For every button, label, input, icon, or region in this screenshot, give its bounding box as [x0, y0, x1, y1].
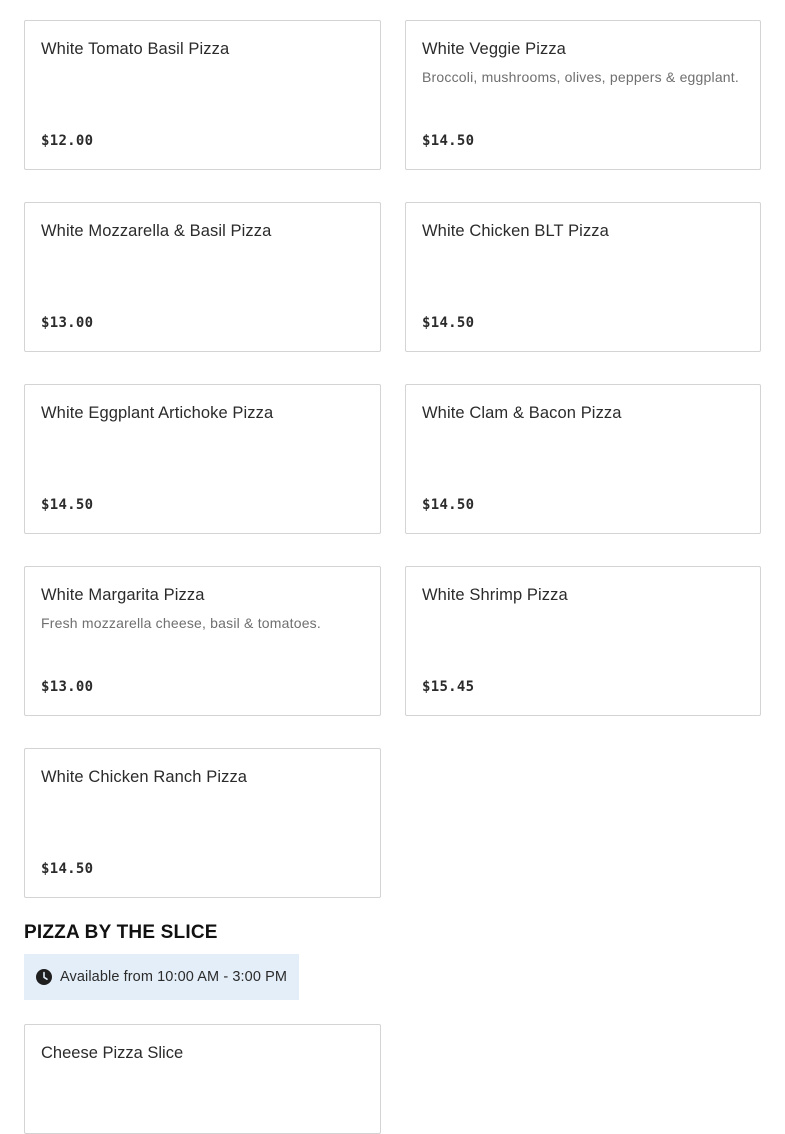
- menu-item-card[interactable]: White Chicken BLT Pizza $14.50: [405, 202, 761, 352]
- menu-item-card[interactable]: White Margarita Pizza Fresh mozzarella c…: [24, 566, 381, 716]
- menu-item-price: $14.50: [422, 315, 475, 331]
- menu-item-card[interactable]: White Eggplant Artichoke Pizza $14.50: [24, 384, 381, 534]
- menu-item-price: $14.50: [422, 133, 475, 149]
- menu-item-price: $12.00: [41, 133, 94, 149]
- menu-item-price: $15.45: [422, 679, 475, 695]
- menu-item-name: White Shrimp Pizza: [422, 586, 568, 604]
- availability-banner: Available from 10:00 AM - 3:00 PM: [24, 954, 299, 1000]
- menu-item-card[interactable]: White Shrimp Pizza $15.45: [405, 566, 761, 716]
- menu-item-price: $13.00: [41, 315, 94, 331]
- menu-item-card[interactable]: White Veggie Pizza Broccoli, mushrooms, …: [405, 20, 761, 170]
- menu-item-name: Cheese Pizza Slice: [41, 1044, 184, 1062]
- menu-item-price: $14.50: [422, 497, 475, 513]
- menu-item-card[interactable]: White Chicken Ranch Pizza $14.50: [24, 748, 381, 898]
- menu-item-name: White Chicken BLT Pizza: [422, 222, 609, 240]
- menu-item-card[interactable]: White Mozzarella & Basil Pizza $13.00: [24, 202, 381, 352]
- menu-item-price: $14.50: [41, 497, 94, 513]
- availability-text: Available from 10:00 AM - 3:00 PM: [60, 969, 288, 985]
- menu-item-card[interactable]: White Clam & Bacon Pizza $14.50: [405, 384, 761, 534]
- menu-item-price: $14.50: [41, 861, 94, 877]
- menu-item-card[interactable]: Cheese Pizza Slice: [24, 1024, 381, 1134]
- menu-item-description: Broccoli, mushrooms, olives, peppers & e…: [422, 69, 739, 85]
- menu-item-name: White Mozzarella & Basil Pizza: [41, 222, 272, 240]
- menu-item-name: White Clam & Bacon Pizza: [422, 404, 622, 422]
- menu-item-name: White Tomato Basil Pizza: [41, 40, 230, 58]
- menu-item-name: White Chicken Ranch Pizza: [41, 768, 248, 786]
- menu-item-card[interactable]: White Tomato Basil Pizza $12.00: [24, 20, 381, 170]
- menu-items-grid: White Tomato Basil Pizza $12.00 White Ve…: [24, 20, 761, 898]
- clock-icon: [36, 969, 52, 985]
- menu-item-price: $13.00: [41, 679, 94, 695]
- menu-item-name: White Veggie Pizza: [422, 40, 566, 58]
- menu-item-name: White Eggplant Artichoke Pizza: [41, 404, 274, 422]
- menu-item-description: Fresh mozzarella cheese, basil & tomatoe…: [41, 615, 321, 631]
- menu-item-name: White Margarita Pizza: [41, 586, 205, 604]
- section-title: PIZZA BY THE SLICE: [24, 922, 218, 943]
